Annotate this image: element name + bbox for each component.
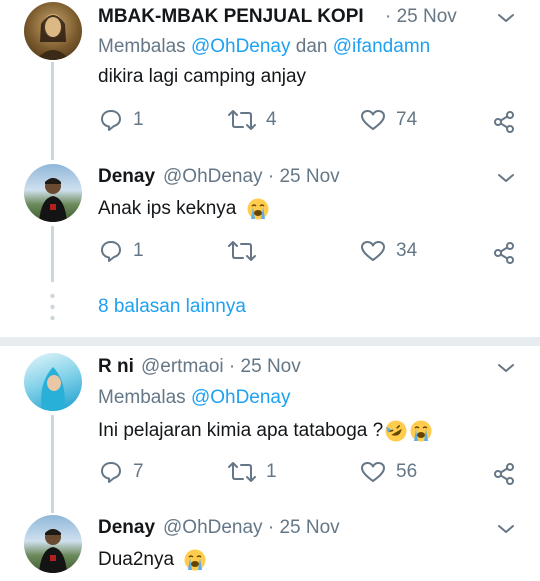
loudly-crying-face-icon [410, 420, 432, 442]
tweet-author-name[interactable]: MBAK-MBAK PENJUAL KOPI [98, 6, 364, 28]
like-count: 74 [396, 109, 418, 130]
avatar-mona-lisa[interactable] [24, 2, 82, 60]
reply-button[interactable]: 7 [99, 460, 144, 484]
retweet-icon [228, 241, 256, 261]
like-button[interactable]: 74 [360, 108, 417, 132]
retweet-icon [228, 462, 256, 482]
tweet-text: Anak ips keknya [98, 197, 270, 221]
chevron-down-icon[interactable] [496, 10, 516, 26]
ellipsis-vertical-icon [50, 293, 55, 321]
mona-lisa-portrait-icon [36, 14, 70, 60]
chevron-down-icon[interactable] [496, 360, 516, 376]
heart-icon [361, 110, 385, 130]
share-icon[interactable] [492, 110, 516, 134]
like-count: 34 [396, 240, 418, 261]
reply-icon [101, 462, 121, 483]
tweet-text: dikira lagi camping anjay [98, 66, 307, 87]
retweet-count: 1 [266, 461, 277, 482]
tweet-meta: @OhDenay · 25 Nov [163, 166, 340, 187]
share-icon[interactable] [492, 241, 516, 265]
section-divider [0, 337, 540, 346]
tweet-meta: @OhDenay · 25 Nov [163, 517, 340, 538]
heart-icon [361, 462, 385, 482]
thread-line [51, 415, 54, 513]
retweet-count: 4 [266, 109, 277, 130]
chevron-down-icon[interactable] [496, 521, 516, 537]
like-count: 56 [396, 461, 418, 482]
reply-icon [101, 241, 121, 262]
replying-to-prefix: Membalas [98, 36, 186, 57]
mention-link[interactable]: @OhDenay [191, 36, 291, 57]
avatar-denay[interactable] [24, 515, 82, 573]
reply-count: 1 [133, 109, 144, 130]
tweet-text: Dua2nya [98, 548, 207, 572]
avatar-rni[interactable] [24, 353, 82, 411]
mention-link[interactable]: @ifandamn [333, 36, 430, 57]
person-photo-icon [39, 529, 67, 573]
reply-count: 7 [133, 461, 144, 482]
tweet-meta: · 25 Nov [385, 6, 457, 27]
tweet-author-name[interactable]: Denay [98, 517, 155, 539]
thread-line [51, 62, 54, 160]
tweet-meta: @ertmaoi · 25 Nov [141, 356, 301, 377]
retweet-button[interactable] [228, 239, 266, 263]
reply-button[interactable]: 1 [99, 239, 144, 263]
chevron-down-icon[interactable] [496, 170, 516, 186]
loudly-crying-face-icon [184, 549, 206, 571]
like-button[interactable]: 34 [360, 239, 417, 263]
retweet-button[interactable]: 1 [228, 460, 277, 484]
reply-button[interactable]: 1 [99, 108, 144, 132]
replying-to: Membalas @OhDenay dan @ifandamn [98, 36, 430, 58]
tweet-text-content: Anak ips keknya [98, 198, 237, 220]
tweet-text: Ini pelajaran kimia apa tataboga ? [98, 419, 433, 443]
tweet-text-content: Dua2nya [98, 549, 175, 571]
replying-to-prefix: Membalas [98, 387, 186, 408]
reply-thread: MBAK-MBAK PENJUAL KOPI · 25 Nov Membalas… [0, 0, 540, 581]
reply-count: 1 [133, 240, 144, 261]
replying-to: Membalas @OhDenay [98, 387, 291, 409]
show-more-replies-link[interactable]: 8 balasan lainnya [98, 296, 246, 318]
person-photo-icon [39, 178, 67, 222]
tweet-author-name[interactable]: Denay [98, 166, 155, 188]
avatar-denay[interactable] [24, 164, 82, 222]
rolling-on-floor-laughing-icon [385, 420, 407, 442]
mention-link[interactable]: @OhDenay [191, 387, 291, 408]
replying-to-and: dan [295, 36, 328, 57]
person-hijab-icon [41, 367, 65, 411]
thread-line [51, 226, 54, 282]
tweet-author-name[interactable]: R ni [98, 356, 134, 378]
reply-icon [101, 110, 121, 131]
retweet-icon [228, 110, 256, 130]
retweet-button[interactable]: 4 [228, 108, 277, 132]
loudly-crying-face-icon [247, 198, 269, 220]
tweet-text-content: Ini pelajaran kimia apa tataboga ? [98, 420, 384, 442]
share-icon[interactable] [492, 462, 516, 486]
heart-icon [361, 241, 385, 261]
like-button[interactable]: 56 [360, 460, 417, 484]
